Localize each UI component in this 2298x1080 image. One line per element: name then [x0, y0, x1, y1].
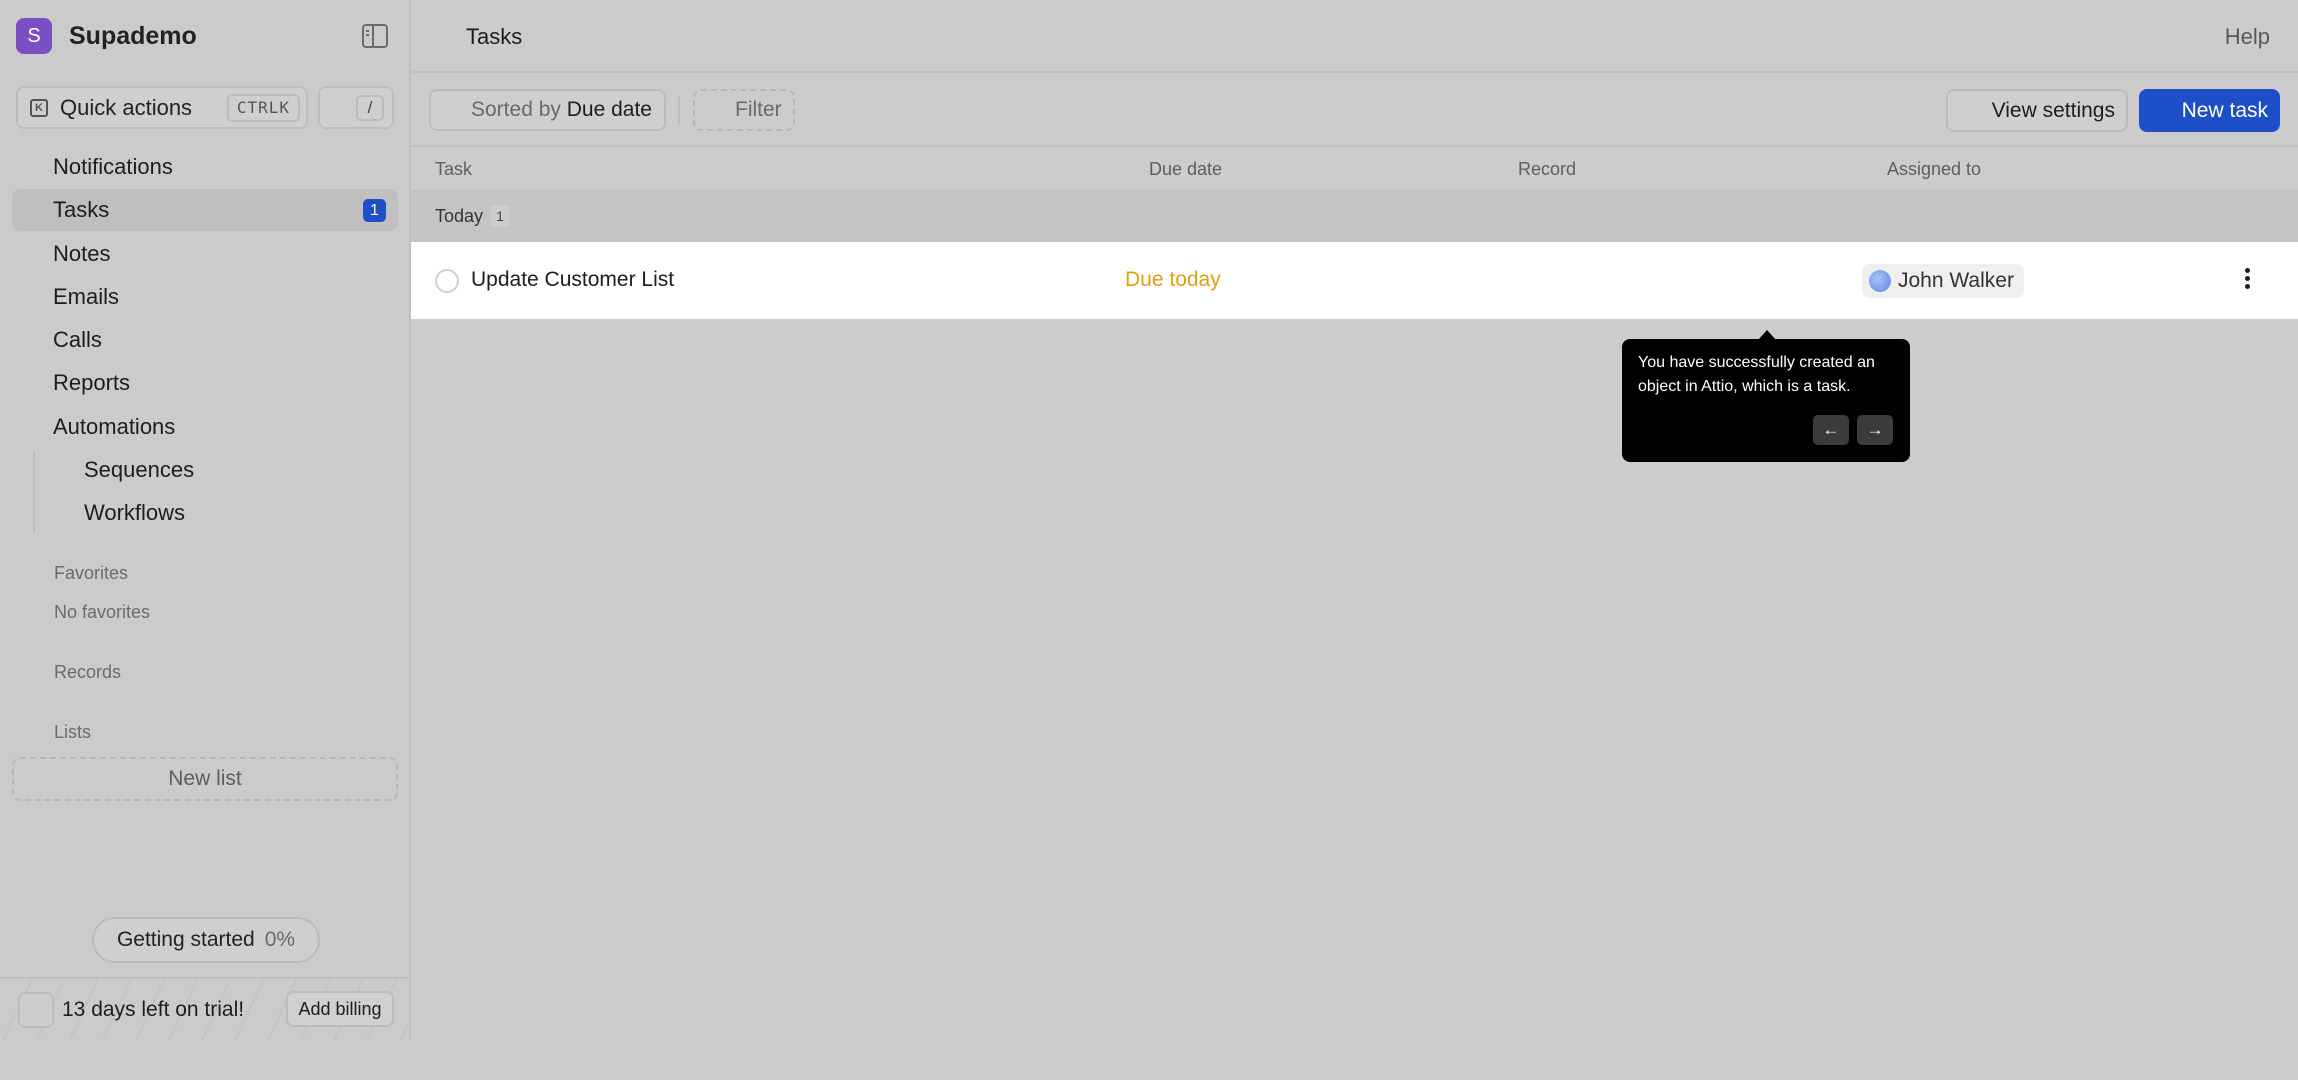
sidebar-item-label: Automations [53, 413, 176, 439]
walkthrough-tooltip: You have successfully created an object … [1622, 330, 1910, 462]
help-link[interactable]: Help [2225, 24, 2270, 50]
sidebar-nav: Notifications Tasks 1 Notes Emails Calls… [12, 146, 398, 536]
tooltip-prev-button[interactable]: ← [1813, 415, 1849, 445]
sidebar: S Supademo K Quick actions CTRLK / Notif… [0, 0, 411, 1040]
task-name[interactable]: Update Customer List [471, 268, 674, 292]
sidebar-item-automations[interactable]: Automations [12, 406, 398, 448]
add-billing-button[interactable]: Add billing [286, 991, 394, 1027]
sort-button[interactable]: Sorted by Due date [429, 89, 666, 131]
toolbar: Sorted by Due date Filter View settings … [411, 73, 2298, 147]
page-title: Tasks [466, 24, 523, 49]
more-options-icon[interactable] [2241, 266, 2253, 296]
sidebar-item-notes[interactable]: Notes [12, 233, 398, 275]
group-header-today[interactable]: Today 1 [411, 192, 2298, 242]
sidebar-item-tasks[interactable]: Tasks 1 [12, 189, 398, 232]
trial-text: 13 days left on trial! [62, 998, 245, 1021]
sidebar-item-label: Calls [53, 327, 102, 353]
sidebar-item-workflows[interactable]: Workflows [12, 492, 398, 534]
automations-tree-line [33, 452, 35, 532]
favorites-heading: Favorites [54, 563, 129, 583]
sidebar-item-label: Sequences [84, 457, 195, 483]
sidebar-collapse-icon[interactable] [362, 24, 388, 48]
workspace-name: Supademo [69, 21, 197, 50]
sidebar-item-reports[interactable]: Reports [12, 362, 398, 404]
lists-heading[interactable]: Lists [54, 722, 91, 743]
getting-started-percent: 0% [264, 928, 296, 951]
records-heading[interactable]: Records [54, 662, 121, 683]
slash-command-button[interactable]: / [318, 86, 394, 129]
sidebar-item-calls[interactable]: Calls [12, 319, 398, 361]
sidebar-item-label: Tasks [53, 197, 110, 223]
quick-actions-label: Quick actions [60, 94, 193, 120]
trial-icon [18, 992, 54, 1028]
workspace-switcher[interactable]: S Supademo [16, 18, 197, 54]
column-header-record[interactable]: Record [1518, 159, 1576, 180]
sidebar-item-emails[interactable]: Emails [12, 276, 398, 318]
getting-started-button[interactable]: Getting started 0% [92, 917, 320, 963]
assignee-name: John Walker [1898, 269, 2014, 292]
tooltip-text: You have successfully created an object … [1638, 354, 1875, 395]
tooltip-next-button[interactable]: → [1857, 415, 1893, 445]
sort-prefix: Sorted by [471, 98, 561, 121]
no-favorites-text: No favorites [54, 602, 151, 622]
app-window: S Supademo K Quick actions CTRLK / Notif… [0, 0, 2298, 1040]
column-header-assigned-to[interactable]: Assigned to [1887, 159, 1981, 180]
sidebar-item-label: Notes [53, 240, 111, 266]
main-content: Tasks Help Sorted by Due date Filter Vie… [411, 0, 2298, 1040]
group-label: Today [435, 206, 484, 226]
task-due-date[interactable]: Due today [1125, 268, 1221, 292]
new-list-button[interactable]: New list [12, 757, 398, 801]
avatar [1869, 270, 1891, 292]
group-count-badge: 1 [490, 205, 510, 227]
column-header-task[interactable]: Task [435, 159, 472, 180]
sort-value: Due date [566, 98, 652, 121]
tasks-count-badge: 1 [363, 199, 386, 223]
command-icon: K [30, 98, 48, 117]
sidebar-item-label: Workflows [84, 500, 186, 526]
table-row[interactable]: Update Customer List Due today John Walk… [411, 242, 2298, 319]
quick-actions-button[interactable]: K Quick actions CTRLK [16, 86, 308, 129]
top-bar: Tasks Help [411, 0, 2298, 73]
trial-banner: 13 days left on trial! Add billing [0, 977, 409, 1040]
view-settings-button[interactable]: View settings [1946, 89, 2128, 132]
workspace-logo: S [16, 18, 52, 54]
getting-started-label: Getting started [116, 928, 255, 951]
sidebar-item-label: Emails [53, 283, 120, 309]
task-complete-checkbox[interactable] [435, 269, 459, 293]
sidebar-item-notifications[interactable]: Notifications [12, 146, 398, 188]
quick-actions-shortcut: CTRLK [226, 94, 300, 122]
column-header-due-date[interactable]: Due date [1149, 159, 1222, 180]
slash-key: / [356, 95, 384, 121]
sidebar-item-sequences[interactable]: Sequences [12, 449, 398, 491]
sidebar-item-label: Notifications [53, 154, 173, 179]
table-header: Task Due date Record Assigned to [411, 148, 2298, 192]
sidebar-item-label: Reports [53, 370, 131, 396]
toolbar-divider [678, 97, 680, 125]
filter-button[interactable]: Filter [693, 89, 795, 131]
assignee-chip[interactable]: John Walker [1862, 264, 2024, 298]
new-task-button[interactable]: New task [2139, 89, 2280, 132]
